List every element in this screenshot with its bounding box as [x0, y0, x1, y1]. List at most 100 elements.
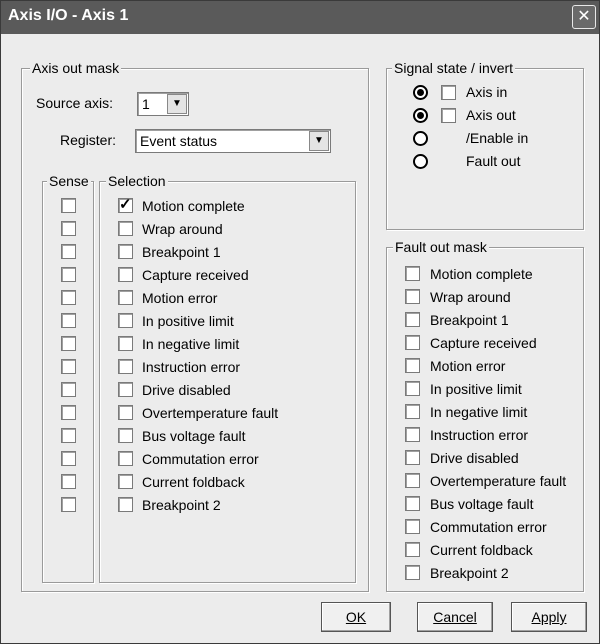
signal-row: Axis out [387, 105, 577, 125]
signal-row: Fault out [387, 151, 577, 171]
selection-label: In positive limit [142, 313, 234, 329]
fault-item[interactable]: Commutation error [387, 517, 581, 537]
fault-checkbox[interactable] [405, 289, 420, 304]
fault-checkbox[interactable] [405, 381, 420, 396]
selection-item[interactable]: Breakpoint 1 [100, 242, 350, 262]
fault-checkbox[interactable] [405, 519, 420, 534]
invert-checkbox[interactable] [441, 85, 456, 100]
selection-item[interactable]: Overtemperature fault [100, 403, 350, 423]
source-axis-select[interactable]: 1 ▼ [137, 92, 189, 116]
fault-checkbox[interactable] [405, 427, 420, 442]
fault-checkbox[interactable] [405, 565, 420, 580]
fault-label: Motion error [430, 358, 506, 374]
source-axis-value: 1 [142, 96, 150, 112]
sense-checkbox[interactable] [61, 244, 76, 259]
sense-checkbox[interactable] [61, 428, 76, 443]
fault-item[interactable]: Bus voltage fault [387, 494, 581, 514]
register-value: Event status [140, 133, 218, 149]
close-button[interactable]: ✕ [572, 5, 596, 29]
selection-checkbox[interactable] [118, 195, 133, 215]
signal-label: /Enable in [466, 130, 529, 146]
selection-item[interactable]: Drive disabled [100, 380, 350, 400]
selection-item[interactable]: Instruction error [100, 357, 350, 377]
ok-button[interactable]: OK [321, 602, 391, 632]
fault-item[interactable]: Wrap around [387, 287, 581, 307]
fault-item[interactable]: Current foldback [387, 540, 581, 560]
selection-item[interactable]: Motion error [100, 288, 350, 308]
selection-item[interactable]: In negative limit [100, 334, 350, 354]
selection-item[interactable]: Commutation error [100, 449, 350, 469]
fault-checkbox[interactable] [405, 266, 420, 281]
sense-checkbox[interactable] [61, 405, 76, 420]
sense-checkbox[interactable] [61, 267, 76, 282]
fault-item[interactable]: Instruction error [387, 425, 581, 445]
invert-checkbox[interactable] [441, 108, 456, 123]
selection-label: Breakpoint 2 [142, 497, 221, 513]
selection-checkbox[interactable] [118, 244, 133, 259]
selection-label: Breakpoint 1 [142, 244, 221, 260]
selection-checkbox[interactable] [118, 359, 133, 374]
apply-button[interactable]: Apply [511, 602, 587, 632]
selection-checkbox[interactable] [118, 428, 133, 443]
selection-item[interactable]: Capture received [100, 265, 350, 285]
selection-checkbox[interactable] [118, 221, 133, 236]
signal-state-indicator [413, 154, 428, 169]
fault-label: In negative limit [430, 404, 528, 420]
sense-checkbox[interactable] [61, 290, 76, 305]
selection-item[interactable]: Breakpoint 2 [100, 495, 350, 515]
title-bar[interactable]: Axis I/O - Axis 1 ✕ [1, 1, 599, 34]
fault-item[interactable]: Motion complete [387, 264, 581, 284]
fault-checkbox[interactable] [405, 404, 420, 419]
fault-label: Drive disabled [430, 450, 519, 466]
fault-item[interactable]: Breakpoint 1 [387, 310, 581, 330]
sense-checkbox[interactable] [61, 359, 76, 374]
sense-checkbox[interactable] [61, 497, 76, 512]
selection-label: Overtemperature fault [142, 405, 279, 421]
sense-checkbox[interactable] [61, 336, 76, 351]
selection-checkbox[interactable] [118, 382, 133, 397]
fault-item[interactable]: In negative limit [387, 402, 581, 422]
selection-item[interactable]: Current foldback [100, 472, 350, 492]
fault-checkbox[interactable] [405, 496, 420, 511]
selection-label: Bus voltage fault [142, 428, 246, 444]
selection-label: Drive disabled [142, 382, 231, 398]
fault-item[interactable]: Breakpoint 2 [387, 563, 581, 583]
selection-checkbox[interactable] [118, 290, 133, 305]
sense-checkbox[interactable] [61, 313, 76, 328]
fault-checkbox[interactable] [405, 335, 420, 350]
fault-checkbox[interactable] [405, 312, 420, 327]
fault-checkbox[interactable] [405, 542, 420, 557]
register-select[interactable]: Event status ▼ [135, 129, 331, 153]
chevron-down-icon[interactable]: ▼ [167, 94, 187, 114]
selection-item[interactable]: Wrap around [100, 219, 350, 239]
fault-out-mask-legend: Fault out mask [393, 239, 489, 255]
fault-item[interactable]: Drive disabled [387, 448, 581, 468]
fault-item[interactable]: Overtemperature fault [387, 471, 581, 491]
signal-state-legend: Signal state / invert [392, 60, 516, 76]
selection-checkbox[interactable] [118, 267, 133, 282]
sense-checkbox[interactable] [61, 198, 76, 213]
sense-checkbox[interactable] [61, 221, 76, 236]
sense-checkbox[interactable] [61, 382, 76, 397]
selection-checkbox[interactable] [118, 497, 133, 512]
fault-item[interactable]: Capture received [387, 333, 581, 353]
fault-checkbox[interactable] [405, 358, 420, 373]
fault-item[interactable]: In positive limit [387, 379, 581, 399]
fault-checkbox[interactable] [405, 473, 420, 488]
fault-checkbox[interactable] [405, 450, 420, 465]
selection-item[interactable]: Motion complete [100, 195, 350, 216]
fault-label: Overtemperature fault [430, 473, 567, 489]
chevron-down-icon[interactable]: ▼ [309, 131, 329, 151]
cancel-button[interactable]: Cancel [417, 602, 493, 632]
selection-checkbox[interactable] [118, 336, 133, 351]
selection-checkbox[interactable] [118, 313, 133, 328]
selection-checkbox[interactable] [118, 474, 133, 489]
selection-checkbox[interactable] [118, 451, 133, 466]
selection-item[interactable]: In positive limit [100, 311, 350, 331]
sense-checkbox[interactable] [61, 474, 76, 489]
fault-item[interactable]: Motion error [387, 356, 581, 376]
selection-item[interactable]: Bus voltage fault [100, 426, 350, 446]
selection-checkbox[interactable] [118, 405, 133, 420]
selection-label: In negative limit [142, 336, 240, 352]
sense-checkbox[interactable] [61, 451, 76, 466]
